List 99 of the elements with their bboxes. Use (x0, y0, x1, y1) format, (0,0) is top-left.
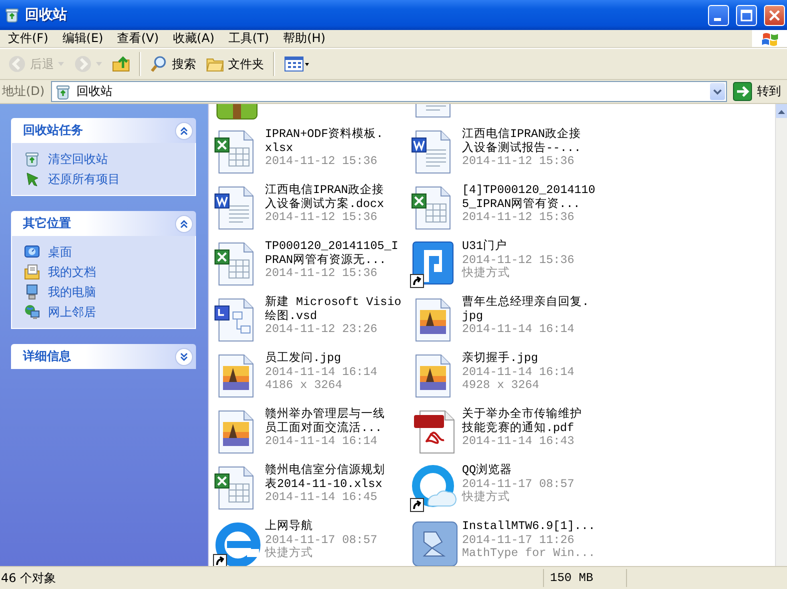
search-icon (150, 55, 168, 73)
file-detail: 4186 x 3264 (265, 379, 344, 392)
recycle-bin-icon (24, 151, 40, 167)
file-detail: 2014-11-12 15:36 (265, 211, 378, 224)
file-name[interactable]: jpg (462, 310, 590, 323)
file-detail: 快捷方式 (462, 267, 511, 280)
go-button[interactable]: 转到 (731, 82, 787, 101)
panel-header[interactable]: 详细信息 (11, 344, 196, 369)
folder-document-icon (24, 264, 40, 280)
file-detail: 2014-11-12 15:36 (265, 267, 378, 280)
file-name[interactable]: 赣州举办管理层与一线 (265, 408, 385, 422)
menu-item[interactable]: 文件(F) (2, 30, 56, 47)
file-detail: 4928 x 3264 (462, 379, 540, 392)
status-size: 150 MB (543, 569, 626, 587)
recycle-bin-icon (54, 84, 71, 100)
task-link[interactable]: 我的电脑 (48, 284, 96, 300)
minimize-button[interactable] (708, 4, 729, 26)
status-count: 46 个对象 (0, 570, 58, 586)
file-detail: 2014-11-12 15:36 (462, 211, 576, 224)
computer-icon (24, 284, 40, 300)
menu-item[interactable]: 查看(V) (111, 30, 167, 47)
file-detail: 2014-11-17 08:57 (265, 534, 378, 546)
file-name[interactable]: 员工面对面交流活... (265, 422, 385, 435)
menu-item[interactable]: 帮助(H) (277, 30, 334, 47)
desktop-icon (24, 244, 40, 260)
file-name[interactable]: xlsx (265, 142, 384, 155)
file-name[interactable]: 亲切握手.jpg (462, 352, 574, 366)
panel-header[interactable]: 其它位置 (11, 211, 196, 236)
file-name[interactable]: 技能竞赛的通知.pdf (462, 422, 582, 435)
file-name[interactable]: U31门户 (462, 240, 574, 254)
task-link[interactable]: 桌面 (48, 244, 72, 260)
folder-up-icon (112, 55, 130, 73)
dropdown-chevron-icon (713, 88, 722, 94)
maximize-button[interactable] (736, 4, 757, 26)
installer-icon (410, 520, 458, 566)
file-detail: 快捷方式 (265, 547, 314, 560)
task-link[interactable]: 我的文档 (48, 264, 96, 280)
file-name[interactable]: PRAN网管有资源无... (265, 254, 398, 267)
file-name[interactable]: 5_IPRAN网管有资... (462, 198, 596, 211)
panel-header[interactable]: 回收站任务 (11, 118, 196, 143)
file-name[interactable]: 江西电信IPRAN政企接 (265, 184, 384, 198)
file-name[interactable]: 上网导航 (265, 520, 378, 534)
task-link[interactable]: 网上邻居 (48, 304, 96, 320)
arrow-icon (24, 171, 40, 187)
collapse-button[interactable] (175, 122, 193, 140)
file-detail: 2014-11-12 15:36 (462, 155, 576, 168)
minimize-icon (714, 18, 721, 20)
file-detail: 2014-11-12 15:36 (265, 155, 378, 168)
file-detail: 2014-11-14 16:14 (462, 366, 574, 379)
file-name[interactable]: 表2014-11-10.xlsx (265, 478, 385, 491)
search-button[interactable]: 搜索 (146, 53, 200, 75)
scrollbar[interactable] (775, 104, 787, 566)
scroll-up-icon (778, 108, 785, 114)
task-link[interactable]: 还原所有项目 (48, 170, 120, 188)
close-button[interactable] (764, 4, 785, 26)
close-icon (768, 8, 781, 22)
file-detail: 2014-11-14 16:14 (462, 323, 576, 336)
address-field[interactable]: 回收站 (50, 81, 727, 102)
file-name[interactable]: 江西电信IPRAN政企接 (462, 128, 582, 142)
chevron-up-icon (180, 126, 188, 134)
windows-logo-icon (761, 31, 779, 46)
collapse-button[interactable] (175, 214, 193, 232)
view-grid-icon (284, 55, 310, 73)
file-name[interactable]: 关于举办全市传输维护 (462, 408, 582, 422)
file-name[interactable]: 赣州电信室分信源规划 (265, 464, 385, 478)
file-detail: 2014-11-14 16:14 (265, 435, 378, 448)
file-detail: 快捷方式 (462, 491, 511, 504)
file-name[interactable]: 员工发问.jpg (265, 352, 378, 366)
expand-button[interactable] (175, 348, 193, 366)
file-name[interactable]: QQ浏览器 (462, 464, 574, 478)
file-name[interactable]: 曹年生总经理亲自回复. (462, 296, 590, 310)
file-name[interactable]: 入设备测试报告--... (462, 142, 582, 155)
folders-button[interactable]: 文件夹 (202, 53, 268, 75)
file-name[interactable]: TP000120_20141105_I (265, 240, 398, 254)
address-label: 地址(D) (2, 83, 46, 100)
menu-item[interactable]: 编辑(E) (56, 30, 112, 47)
file-name[interactable]: InstallMTW6.9[1]... (462, 520, 596, 534)
file-detail: MathType for Win... (462, 547, 596, 560)
file-detail: 2014-11-14 16:43 (462, 435, 576, 448)
file-name[interactable]: IPRAN+ODF资料模板. (265, 128, 384, 142)
chevron-down-icon (180, 352, 188, 360)
task-link[interactable]: 清空回收站 (48, 150, 108, 168)
menu-item[interactable]: 工具(T) (222, 30, 278, 47)
chevron-up-icon (180, 220, 188, 228)
file-detail: 2014-11-14 16:45 (265, 491, 378, 504)
maximize-icon (740, 8, 753, 22)
file-detail: 2014-11-17 08:57 (462, 478, 574, 490)
menu-item[interactable]: 收藏(A) (166, 30, 222, 47)
recycle-bin-icon (4, 7, 20, 23)
file-detail: 2014-11-12 23:26 (265, 323, 378, 336)
file-detail: 2014-11-12 15:36 (462, 254, 574, 266)
file-name[interactable]: [4]TP000120_2014110 (462, 184, 596, 198)
window-title: 回收站 (25, 6, 68, 24)
file-name[interactable]: 入设备测试方案.docx (265, 198, 384, 211)
file-detail: 2014-11-17 11:26 (462, 534, 576, 547)
file-name[interactable]: 新建 Microsoft Visio (265, 296, 402, 310)
file-name[interactable]: 绘图.vsd (265, 310, 402, 323)
network-computers-icon (24, 304, 40, 320)
file-detail: 2014-11-14 16:14 (265, 366, 378, 379)
